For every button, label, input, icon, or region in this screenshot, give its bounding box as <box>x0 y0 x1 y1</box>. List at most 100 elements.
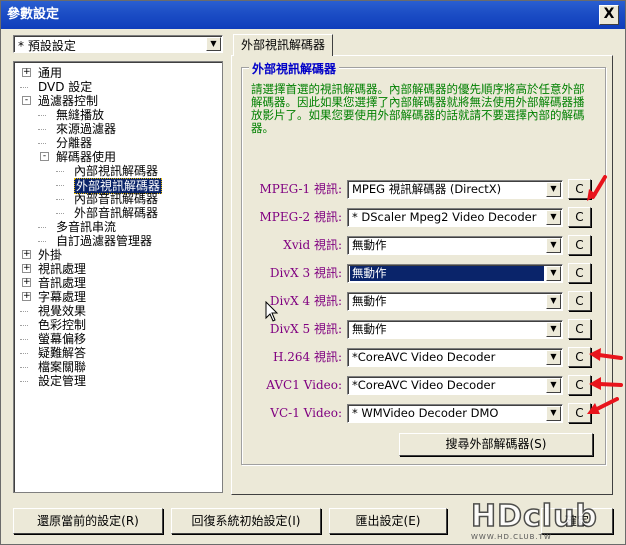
decoder-select[interactable]: 無動作 ▼ <box>347 320 563 339</box>
expand-icon[interactable]: + <box>22 278 31 287</box>
watermark: HDclub WWW.HD.CLUB.TW <box>470 498 621 543</box>
decoder-select[interactable]: 無動作 ▼ <box>347 264 563 283</box>
decoder-config-button[interactable]: C <box>568 291 591 311</box>
tree-item-label: 色彩控制 <box>38 318 87 332</box>
decoder-label: AVC1 Video: <box>266 378 342 392</box>
watermark-url: WWW.HD.CLUB.TW <box>471 533 552 541</box>
annotation-arrow-icon <box>589 348 623 361</box>
decoder-select[interactable]: * WMVideo Decoder DMO ▼ <box>347 404 563 423</box>
tree-item-label: 來源過濾器 <box>56 122 117 136</box>
expand-icon[interactable]: + <box>22 292 31 301</box>
settings-tree[interactable]: + 通用 DVD 設定 - 過濾器控制 無縫播放 來源過濾器 分離器 - 解碼器使用 內部視訊解碼器… <box>13 61 223 493</box>
tree-connector <box>20 311 28 312</box>
collapse-icon[interactable]: - <box>40 152 49 161</box>
search-external-decoders-button[interactable]: 搜尋外部解碼器(S) <box>399 433 593 456</box>
tree-connector <box>56 185 64 186</box>
tree-item-label: 音訊處理 <box>38 276 87 290</box>
close-button[interactable]: X <box>599 5 619 25</box>
decoder-select-value: * DScaler Mpeg2 Video Decoder <box>352 210 537 224</box>
tree-item-label: 過濾器控制 <box>38 94 99 108</box>
chevron-down-icon[interactable]: ▼ <box>206 37 221 51</box>
decoder-select-value: *CoreAVC Video Decoder <box>352 350 496 364</box>
tree-item-label: 分離器 <box>56 136 93 150</box>
chevron-down-icon[interactable]: ▼ <box>546 350 561 365</box>
expand-icon[interactable]: + <box>22 264 31 273</box>
tree-connector <box>38 129 46 130</box>
tree-connector <box>20 367 28 368</box>
chevron-down-icon[interactable]: ▼ <box>546 322 561 337</box>
reset-defaults-button[interactable]: 回復系統初始設定(I) <box>171 508 321 534</box>
decoder-select-value: MPEG 視訊解碼器 (DirectX) <box>352 182 502 196</box>
annotation-arrow-icon <box>587 175 607 201</box>
chevron-down-icon[interactable]: ▼ <box>546 406 561 421</box>
decoder-select-value: 無動作 <box>352 294 387 308</box>
chevron-down-icon[interactable]: ▼ <box>546 238 561 253</box>
decoder-label: H.264 視訊: <box>272 350 342 364</box>
decoder-select-value: 無動作 <box>350 266 544 281</box>
tree-item-label: 解碼器使用 <box>56 150 117 164</box>
decoder-select[interactable]: MPEG 視訊解碼器 (DirectX) ▼ <box>347 180 563 199</box>
tab-external-video-decoder[interactable]: 外部視訊解碼器 <box>233 34 333 56</box>
tree-connector <box>56 199 64 200</box>
decoder-label: MPEG-2 視訊: <box>259 210 342 224</box>
tree-item-label: 視訊處理 <box>38 262 87 276</box>
group-description: 請選擇首選的視訊解碼器。內部解碼器的優先順序將高於任意外部解碼器。因此如果您選擇… <box>251 82 585 135</box>
tree-item-label: 視覺效果 <box>38 304 87 318</box>
tree-connector <box>38 241 46 242</box>
decoder-select[interactable]: *CoreAVC Video Decoder ▼ <box>347 348 563 367</box>
watermark-logo: HDclub <box>470 498 598 535</box>
tree-item-label: 內部音訊解碼器 <box>74 192 159 206</box>
tree-item-label: 無縫播放 <box>56 108 105 122</box>
decoder-select[interactable]: *CoreAVC Video Decoder ▼ <box>347 376 563 395</box>
tree-item-label: 設定管理 <box>38 374 87 388</box>
decoder-select[interactable]: * DScaler Mpeg2 Video Decoder ▼ <box>347 208 563 227</box>
preset-dropdown[interactable]: * 預設設定 ▼ <box>13 35 223 53</box>
restore-settings-button[interactable]: 還原當前的設定(R) <box>13 508 163 534</box>
tree-item-label: DVD 設定 <box>38 80 93 94</box>
tree-connector <box>20 339 28 340</box>
tree-item-label: 通用 <box>38 66 63 80</box>
decoder-label: DivX 4 視訊: <box>269 294 342 308</box>
chevron-down-icon[interactable]: ▼ <box>546 182 561 197</box>
tree-item-label: 自訂過濾器管理器 <box>56 234 153 248</box>
decoder-label: VC-1 Video: <box>270 406 342 420</box>
decoder-label: MPEG-1 視訊: <box>259 182 342 196</box>
tree-item-label: 外掛 <box>38 248 63 262</box>
decoder-config-button[interactable]: C <box>568 235 591 255</box>
tree-item-label: 外部音訊解碼器 <box>74 206 159 220</box>
tree-connector <box>20 353 28 354</box>
chevron-down-icon[interactable]: ▼ <box>546 210 561 225</box>
title-bar[interactable]: 參數設定 X <box>1 1 625 29</box>
decoder-select-value: 無動作 <box>352 322 387 336</box>
decoder-select-value: *CoreAVC Video Decoder <box>352 378 496 392</box>
decoder-select[interactable]: 無動作 ▼ <box>347 236 563 255</box>
export-settings-button[interactable]: 匯出設定(E) <box>329 508 447 534</box>
settings-dialog: 參數設定 X * 預設設定 ▼ + 通用 DVD 設定 - 過濾器控制 無縫播放 來源過濾器… <box>0 0 626 545</box>
preset-value: * 預設設定 <box>18 39 76 53</box>
decoder-config-button[interactable]: C <box>568 207 591 227</box>
tree-connector <box>38 227 46 228</box>
chevron-down-icon[interactable]: ▼ <box>546 294 561 309</box>
window-title: 參數設定 <box>7 7 60 22</box>
decoder-select[interactable]: 無動作 ▼ <box>347 292 563 311</box>
decoder-config-button[interactable]: C <box>568 263 591 283</box>
annotation-arrow-icon <box>589 377 623 390</box>
group-title: 外部視訊解碼器 <box>249 60 340 77</box>
tree-item-label: 多音訊串流 <box>56 220 117 234</box>
tree-item-label: 疑難解答 <box>38 346 87 360</box>
decoder-config-button[interactable]: C <box>568 319 591 339</box>
tree-item-label: 內部視訊解碼器 <box>74 164 159 178</box>
tree-connector <box>20 381 28 382</box>
tree-connector <box>56 213 64 214</box>
expand-icon[interactable]: + <box>22 68 31 77</box>
chevron-down-icon[interactable]: ▼ <box>546 266 561 281</box>
expand-icon[interactable]: + <box>22 250 31 259</box>
chevron-down-icon[interactable]: ▼ <box>546 378 561 393</box>
tree-item-label: 螢幕偏移 <box>38 332 87 346</box>
tree-connector <box>20 87 28 88</box>
mouse-cursor-icon <box>265 301 279 322</box>
tree-connector <box>38 143 46 144</box>
collapse-icon[interactable]: - <box>22 96 31 105</box>
tree-connector <box>56 171 64 172</box>
decoder-label: Xvid 視訊: <box>283 238 342 252</box>
